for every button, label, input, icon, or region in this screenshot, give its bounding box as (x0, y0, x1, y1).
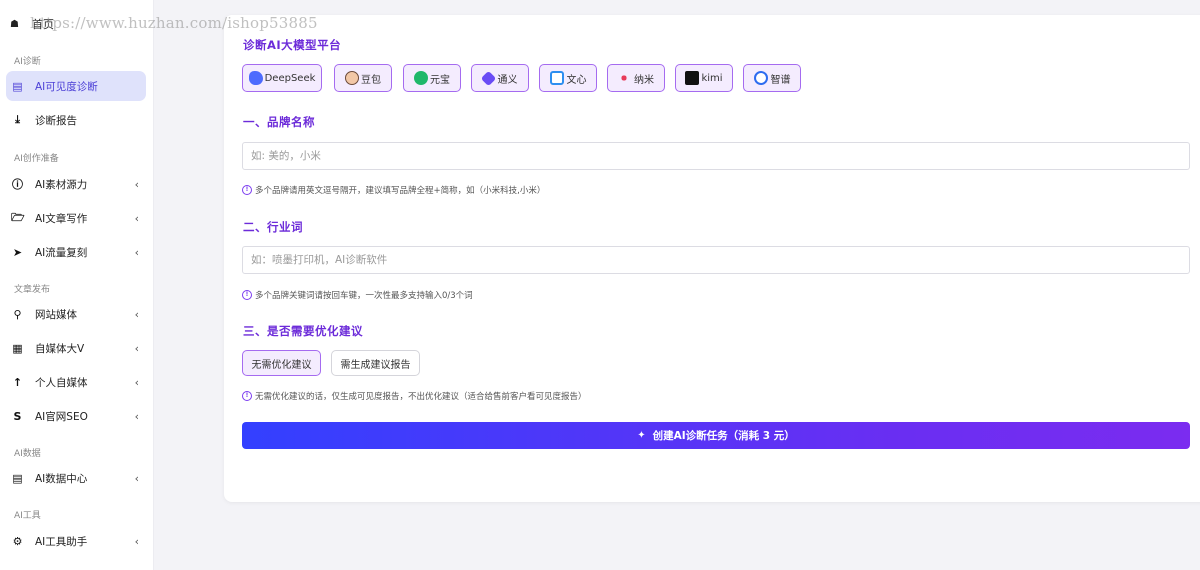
section-label-publish: 文章发布 (14, 285, 51, 295)
option-label: 需生成建议报告 (340, 359, 411, 371)
sidebar-item-self-media[interactable]: ▦ 自媒体大V ‹ (6, 333, 146, 363)
sidebar-item-site-media[interactable]: ⚲ 网站媒体 ‹ (6, 299, 146, 329)
sidebar-item-label: 个人自媒体 (35, 376, 88, 389)
chevron-left-icon: ‹ (134, 307, 139, 321)
sidebar-item-label: AI文章写作 (35, 212, 88, 225)
chevron-left-icon: ‹ (134, 177, 139, 191)
sidebar-item-label: 诊断报告 (35, 114, 77, 127)
create-diagnosis-task-button[interactable]: ✦ 创建AI诊断任务（消耗 3 元） (242, 422, 1190, 449)
platform-button-zhipu[interactable]: 智谱 (743, 64, 801, 92)
industry-hint: ! 多个品牌关键词请按回车键，一次性最多支持输入0/3个词 (242, 289, 473, 301)
nami-logo-icon (618, 72, 630, 84)
dollar-icon: S (13, 409, 22, 423)
sidebar-item-material[interactable]: ⓘ AI素材源力 ‹ (6, 169, 146, 199)
brand-hint: ! 多个品牌请用英文逗号隔开，建议填写品牌全程+简称，如（小米科技,小米） (242, 184, 545, 196)
zhipu-logo-icon (753, 71, 768, 85)
sidebar-item-label: AI流量复刻 (35, 246, 88, 259)
tongyi-logo-icon (480, 70, 496, 86)
magic-wand-icon: ✦ (637, 430, 646, 441)
gear-icon: ⚙ (12, 534, 23, 548)
chevron-left-icon: ‹ (134, 409, 139, 423)
yuanbao-logo-icon (414, 71, 428, 85)
brand-heading: 一、品牌名称 (243, 115, 315, 129)
platform-label: DeepSeek (264, 72, 316, 84)
kimi-logo-icon (685, 71, 700, 85)
chevron-left-icon: ‹ (134, 211, 139, 225)
sidebar-item-label: AI工具助手 (35, 535, 88, 548)
sidebar-item-home[interactable]: ☗ 首页 (10, 15, 54, 33)
optimize-heading: 三、是否需要优化建议 (243, 324, 363, 338)
info-icon: ! (242, 185, 252, 195)
sidebar: ☗ 首页 AI诊断 ▤ AI可见度诊断 ⤓ 诊断报告 AI创作准备 ⓘ AI素材… (0, 0, 154, 570)
platform-label: 通义 (497, 74, 518, 86)
sidebar-item-visibility[interactable]: ▤ AI可见度诊断 (6, 71, 146, 101)
platform-button-wenxin[interactable]: 文心 (539, 64, 597, 92)
sidebar-item-label: AI官网SEO (35, 410, 88, 423)
info-icon: ! (242, 290, 252, 300)
sidebar-item-label: AI可见度诊断 (35, 80, 98, 93)
platform-label: 豆包 (361, 74, 381, 86)
sidebar-item-data-center[interactable]: ▤ AI数据中心 ‹ (6, 463, 146, 493)
sidebar-item-label: 首页 (32, 18, 54, 31)
chevron-left-icon: ‹ (134, 534, 139, 548)
platform-heading: 诊断AI大模型平台 (243, 38, 342, 52)
chevron-left-icon: ‹ (134, 471, 139, 485)
rocket-icon: ➤ (12, 245, 23, 259)
submit-label: 创建AI诊断任务（消耗 3 元） (652, 430, 795, 442)
optimize-hint-text: 无需优化建议的话，仅生成可见度报告，不出优化建议（适合给售前客户看可见度报告） (255, 392, 587, 402)
info-icon: ! (242, 391, 252, 401)
question-circle-icon: ⓘ (12, 178, 23, 191)
platform-label: 智谱 (770, 74, 791, 86)
doubao-logo-icon (345, 71, 359, 85)
platform-button-tongyi[interactable]: 通义 (471, 64, 529, 92)
bar-chart-icon: ▤ (12, 471, 23, 485)
industry-heading: 二、行业词 (243, 220, 303, 234)
sidebar-item-official-seo[interactable]: S AI官网SEO ‹ (6, 401, 146, 431)
sidebar-item-label: 自媒体大V (35, 342, 85, 355)
platform-label: 元宝 (430, 74, 450, 86)
platform-button-deepseek[interactable]: DeepSeek (242, 64, 322, 92)
brand-hint-text: 多个品牌请用英文逗号隔开，建议填写品牌全程+简称，如（小米科技,小米） (255, 186, 546, 196)
platform-button-kimi[interactable]: kimi (675, 64, 733, 92)
sidebar-item-label: 网站媒体 (35, 308, 77, 321)
home-icon: ☗ (10, 18, 19, 30)
arrow-up-icon: ↑ (12, 375, 23, 389)
platform-button-doubao[interactable]: 豆包 (334, 64, 392, 92)
section-label-diagnose: AI诊断 (14, 57, 41, 67)
platform-label: 纳米 (634, 74, 654, 86)
sidebar-item-label: AI数据中心 (35, 472, 88, 485)
chevron-left-icon: ‹ (134, 341, 139, 355)
brand-name-input[interactable] (242, 142, 1190, 170)
deepseek-logo-icon (248, 71, 263, 85)
sidebar-item-report[interactable]: ⤓ 诊断报告 (6, 105, 146, 135)
platform-label: kimi (701, 72, 723, 84)
grid-icon: ▦ (12, 341, 23, 355)
wenxin-logo-icon (549, 71, 564, 85)
sidebar-item-article[interactable]: 🗁 AI文章写作 ‹ (6, 203, 146, 233)
download-icon: ⤓ (15, 113, 20, 126)
optimize-hint: ! 无需优化建议的话，仅生成可见度报告，不出优化建议（适合给售前客户看可见度报告… (242, 390, 587, 402)
folder-icon: 🗁 (11, 210, 25, 224)
no-optimize-option-button[interactable]: 无需优化建议 (242, 350, 321, 376)
sidebar-item-label: AI素材源力 (35, 178, 88, 191)
sidebar-item-personal-media[interactable]: ↑ 个人自媒体 ‹ (6, 367, 146, 397)
search-icon: ⚲ (13, 307, 22, 321)
sidebar-item-traffic[interactable]: ➤ AI流量复刻 ‹ (6, 237, 146, 267)
platform-label: 文心 (566, 74, 587, 86)
diagnosis-form-card: 诊断AI大模型平台 DeepSeek 豆包 元宝 通义 文心 纳米 kimi 智… (224, 15, 1200, 502)
option-label: 无需优化建议 (251, 359, 312, 371)
industry-hint-text: 多个品牌关键词请按回车键，一次性最多支持输入0/3个词 (255, 291, 473, 301)
chevron-left-icon: ‹ (134, 375, 139, 389)
chevron-left-icon: ‹ (134, 245, 139, 259)
platform-button-yuanbao[interactable]: 元宝 (403, 64, 461, 92)
industry-keyword-input[interactable] (242, 246, 1190, 274)
sidebar-item-tool-helper[interactable]: ⚙ AI工具助手 ‹ (6, 526, 146, 556)
bar-chart-icon: ▤ (12, 79, 23, 93)
generate-report-option-button[interactable]: 需生成建议报告 (331, 350, 420, 376)
section-label-tools: AI工具 (14, 511, 41, 521)
section-label-create: AI创作准备 (14, 154, 59, 164)
section-label-data: AI数据 (14, 449, 41, 459)
platform-button-nami[interactable]: 纳米 (607, 64, 665, 92)
